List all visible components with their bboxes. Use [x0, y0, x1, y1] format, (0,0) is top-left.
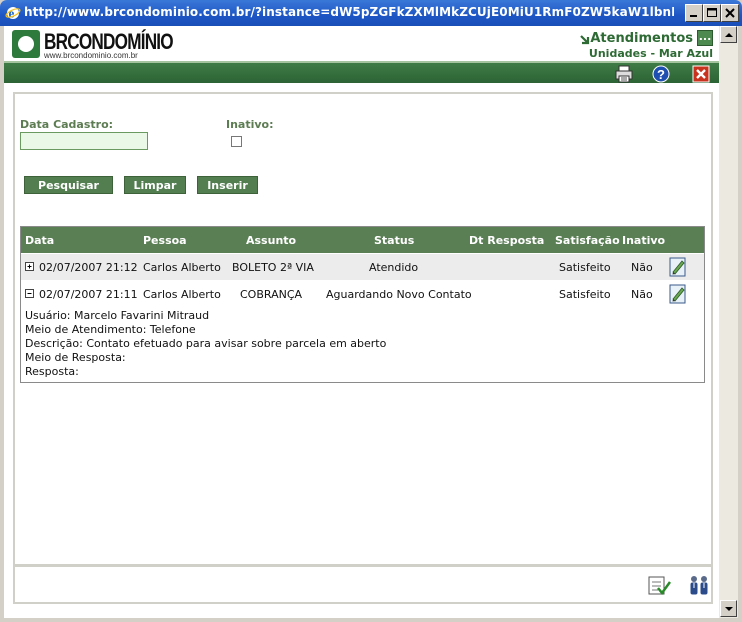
- detail-meio-atendimento: Meio de Atendimento: Telefone: [25, 323, 196, 336]
- table-row[interactable]: 02/07/2007 21:11 Carlos Alberto COBRANÇA…: [21, 281, 704, 307]
- search-button[interactable]: Pesquisar: [24, 176, 113, 194]
- vertical-scrollbar[interactable]: [719, 26, 738, 618]
- cell-assunto: COBRANÇA: [240, 288, 303, 301]
- window-title: http://www.brcondominio.com.br/?instance…: [24, 5, 674, 19]
- inactive-label: Inativo:: [226, 118, 274, 131]
- cell-data: 02/07/2007 21:12: [39, 261, 138, 274]
- help-icon[interactable]: ?: [652, 65, 670, 83]
- detail-resposta: Resposta:: [25, 365, 79, 378]
- internet-explorer-icon: e: [5, 6, 21, 21]
- cell-inativo: Não: [631, 288, 653, 301]
- cell-satisfacao: Satisfeito: [559, 261, 611, 274]
- date-field[interactable]: [20, 132, 148, 150]
- more-options-button[interactable]: ...: [697, 30, 713, 46]
- minimize-icon: [690, 15, 697, 17]
- detail-usuario: Usuário: Marcelo Favarini Mitraud: [25, 309, 210, 322]
- scroll-up-button[interactable]: [720, 26, 737, 43]
- cell-status: Atendido: [369, 261, 419, 274]
- column-header-assunto[interactable]: Assunto: [246, 234, 296, 247]
- cell-inativo: Não: [631, 261, 653, 274]
- table-row[interactable]: 02/07/2007 21:12 Carlos Alberto BOLETO 2…: [21, 254, 704, 280]
- maximize-button[interactable]: [703, 4, 721, 22]
- detail-descricao: Descrição: Contato efetuado para avisar …: [25, 337, 387, 350]
- close-icon: [725, 8, 735, 18]
- logo-url: www.brcondominio.com.br: [44, 51, 138, 60]
- column-header-satisfacao[interactable]: Satisfação: [555, 234, 620, 247]
- main-panel: Data Cadastro: Inativo: Pesquisar Limpar…: [13, 92, 713, 566]
- cell-satisfacao: Satisfeito: [559, 288, 611, 301]
- brand-logo[interactable]: BRCONDOMÍNIO www.brcondominio.com.br: [12, 29, 174, 60]
- logo-mark-icon: [12, 30, 40, 58]
- toolbar: ?: [4, 61, 719, 83]
- row-detail: Usuário: Marcelo Favarini Mitraud Meio d…: [25, 309, 386, 379]
- column-header-status[interactable]: Status: [374, 234, 414, 247]
- svg-text:?: ?: [657, 67, 665, 82]
- window-frame-right: [738, 26, 742, 622]
- insert-button[interactable]: Inserir: [197, 176, 258, 194]
- window-frame-bottom: [0, 618, 742, 622]
- detail-meio-resposta: Meio de Resposta:: [25, 351, 126, 364]
- column-header-data[interactable]: Data: [25, 234, 54, 247]
- column-header-pessoa[interactable]: Pessoa: [143, 234, 187, 247]
- app-header: BRCONDOMÍNIO www.brcondominio.com.br Ate…: [4, 26, 719, 62]
- cell-pessoa: Carlos Alberto: [143, 261, 221, 274]
- edit-icon[interactable]: [669, 284, 687, 304]
- maximize-icon: [707, 8, 717, 17]
- printer-icon[interactable]: [615, 65, 633, 83]
- arrow-down-right-icon: [580, 35, 590, 45]
- clear-button[interactable]: Limpar: [124, 176, 186, 194]
- minimize-button[interactable]: [685, 4, 703, 22]
- scroll-down-button[interactable]: [720, 600, 737, 617]
- date-label: Data Cadastro:: [20, 118, 114, 131]
- collapse-icon[interactable]: [25, 289, 34, 298]
- expand-icon[interactable]: [25, 262, 34, 271]
- footer-bar: [13, 566, 713, 604]
- window-title-bar[interactable]: e http://www.brcondominio.com.br/?instan…: [0, 0, 742, 26]
- cell-assunto: BOLETO 2ª VIA: [232, 261, 314, 274]
- edit-icon[interactable]: [669, 257, 687, 277]
- window-close-button[interactable]: [721, 4, 739, 22]
- svg-text:e: e: [9, 6, 15, 21]
- column-header-inativo[interactable]: Inativo: [622, 234, 665, 247]
- checklist-icon[interactable]: [647, 574, 671, 598]
- page-title: Atendimentos: [590, 31, 693, 46]
- results-table: Data Pessoa Assunto Status Dt Resposta S…: [20, 226, 705, 383]
- client-area: BRCONDOMÍNIO www.brcondominio.com.br Ate…: [4, 26, 719, 618]
- header-right: Atendimentos ... Unidades - Mar Azul: [515, 28, 715, 60]
- cell-data: 02/07/2007 21:11: [39, 288, 138, 301]
- chevron-down-icon: [725, 607, 733, 611]
- people-icon[interactable]: [687, 574, 711, 598]
- page-subtitle: Unidades - Mar Azul: [588, 47, 713, 60]
- inactive-checkbox[interactable]: [231, 136, 242, 147]
- cell-status: Aguardando Novo Contato: [326, 288, 472, 301]
- cell-pessoa: Carlos Alberto: [143, 288, 221, 301]
- column-header-dt-resposta[interactable]: Dt Resposta: [469, 234, 544, 247]
- chevron-up-icon: [725, 33, 733, 37]
- close-icon[interactable]: [692, 65, 710, 83]
- table-header: Data Pessoa Assunto Status Dt Resposta S…: [21, 227, 704, 253]
